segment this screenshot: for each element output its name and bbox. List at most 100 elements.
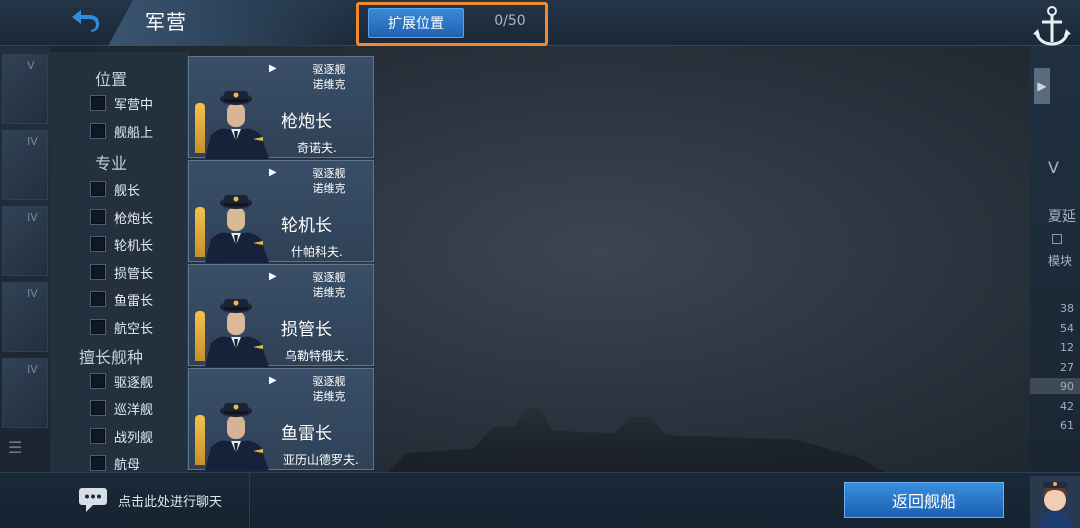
location-heading: 位置 [94,70,127,89]
checkbox[interactable] [90,181,106,197]
chat-bar[interactable]: 点击此处进行聊天 [50,472,250,528]
filter-panel: 位置 军营中 舰船上 专业 舰长 枪炮长 轮机长 损管长 鱼雷长 航空长 擅长舰… [50,52,188,473]
crew-card[interactable]: ▶ 驱逐舰 诺维克 损管长 乌勒特俄夫. [188,264,374,367]
ship-tile[interactable]: IV [2,282,48,352]
play-arrow-icon: ▶ [269,271,277,282]
rank-badge [195,415,205,465]
ship-tile[interactable]: IV [2,358,48,428]
back-arrow-icon [72,10,99,32]
barracks-capacity: 0/50 [494,13,526,29]
stat-value: 42 [1060,400,1074,413]
filter-destroyer[interactable]: 驱逐舰 [90,372,153,391]
ship-tile[interactable]: V [2,54,48,124]
crew-card[interactable]: ▶ 驱逐舰 诺维克 鱼雷长 亚历山德罗夫. [188,368,374,471]
ship-name-label: 夏延 [1048,209,1076,225]
list-icon[interactable]: ☰ [8,438,22,457]
chat-label: 点击此处进行聊天 [118,494,223,510]
checkbox[interactable] [90,123,106,139]
filter-cruiser[interactable]: 巡洋舰 [90,399,154,418]
officer-portrait [205,299,269,367]
filter-torpedo[interactable]: 鱼雷长 [90,290,154,309]
filter-label: 军营中 [114,97,154,113]
play-arrow-icon: ▶ [269,167,277,178]
stat-value: 27 [1060,361,1074,374]
return-to-ship-button[interactable]: 返回舰船 [844,482,1004,518]
checkbox[interactable] [90,95,106,111]
ship-name: 诺维克 [312,286,346,299]
play-arrow-icon: ▶ [269,375,277,386]
checkbox[interactable] [90,428,106,444]
shiptype-heading: 擅长舰种 [78,348,143,367]
filter-label: 航母 [114,457,141,473]
filter-battleship[interactable]: 战列舰 [90,427,153,446]
anchor-menu-icon[interactable] [1024,0,1080,50]
ship-type: 驱逐舰 [312,375,346,388]
crew-card-list: ▶ 驱逐舰 诺维克 枪炮长 奇诺夫. ▶ 驱逐舰 诺维克 轮机长 什帕科夫. ▶… [188,52,374,472]
filter-carrier[interactable]: 航母 [90,454,141,473]
filter-label: 轮机长 [114,238,154,254]
ship-name: 诺维克 [312,78,346,91]
tier-label: IV [27,211,38,224]
filter-gunnery[interactable]: 枪炮长 [90,208,154,227]
stat-value: 12 [1060,341,1074,354]
stat-value: 38 [1060,302,1074,315]
checkbox[interactable] [90,400,106,416]
ship-name: 诺维克 [312,182,346,195]
back-button[interactable] [60,4,110,36]
filter-label: 舰长 [114,183,141,199]
rank-badge [195,311,205,361]
checkbox[interactable] [90,291,106,307]
ship-type: 驱逐舰 [312,63,346,76]
chevron-right-icon[interactable]: ▶ [1034,68,1050,104]
right-info-strip: ▶ V 夏延 模块 38 54 12 27 90 42 61 [1030,46,1080,470]
stat-value: 61 [1060,419,1074,432]
crew-name: 亚历山德罗夫. [283,453,359,467]
rank-badge [195,207,205,257]
filter-in-barracks[interactable]: 军营中 [90,94,154,113]
crew-name: 乌勒特俄夫. [285,349,349,363]
filter-aviation[interactable]: 航空长 [90,318,153,337]
filter-label: 巡洋舰 [114,402,154,418]
ship-tile[interactable]: IV [2,206,48,276]
crew-card[interactable]: ▶ 驱逐舰 诺维克 轮机长 什帕科夫. [188,160,374,263]
tier-label: IV [27,363,38,376]
page-title: 军营 [145,10,187,34]
ship-tile[interactable]: IV [2,130,48,200]
specialty-heading: 专业 [94,154,127,173]
checkbox[interactable] [90,455,106,471]
crew-name: 什帕科夫. [291,245,343,259]
avatar[interactable] [1030,476,1080,528]
crew-role: 鱼雷长 [281,424,332,444]
checkbox[interactable] [90,264,106,280]
filter-captain[interactable]: 舰长 [90,180,141,199]
ship-name: 诺维克 [312,390,346,403]
left-ship-strip: V IV IV IV IV ☰ [0,46,50,470]
module-icon [1052,234,1062,244]
filter-engineer[interactable]: 轮机长 [90,235,154,254]
expand-slots-button[interactable]: 扩展位置 [368,8,464,38]
ship-silhouette [380,408,900,480]
crew-card[interactable]: ▶ 驱逐舰 诺维克 枪炮长 奇诺夫. [188,56,374,159]
play-arrow-icon: ▶ [269,63,277,74]
tier-label: V [27,59,35,72]
checkbox[interactable] [90,319,106,335]
crew-role: 轮机长 [281,216,332,236]
filter-label: 枪炮长 [114,211,154,227]
rank-badge [195,103,205,153]
checkbox[interactable] [90,373,106,389]
filter-label: 损管长 [114,266,154,282]
checkbox[interactable] [90,209,106,225]
checkbox[interactable] [90,236,106,252]
crew-name: 奇诺夫. [297,141,337,155]
chat-bubble-icon [79,488,107,512]
stat-value: 54 [1060,322,1074,335]
filter-on-ship[interactable]: 舰船上 [90,122,154,141]
crew-role: 枪炮长 [281,112,332,132]
filter-label: 舰船上 [114,125,154,141]
module-label[interactable]: 模块 [1048,252,1072,269]
filter-damage-control[interactable]: 损管长 [90,263,154,282]
ship-type: 驱逐舰 [312,167,346,180]
filter-label: 鱼雷长 [114,293,154,309]
officer-portrait [205,403,269,471]
tier-label: IV [27,287,38,300]
